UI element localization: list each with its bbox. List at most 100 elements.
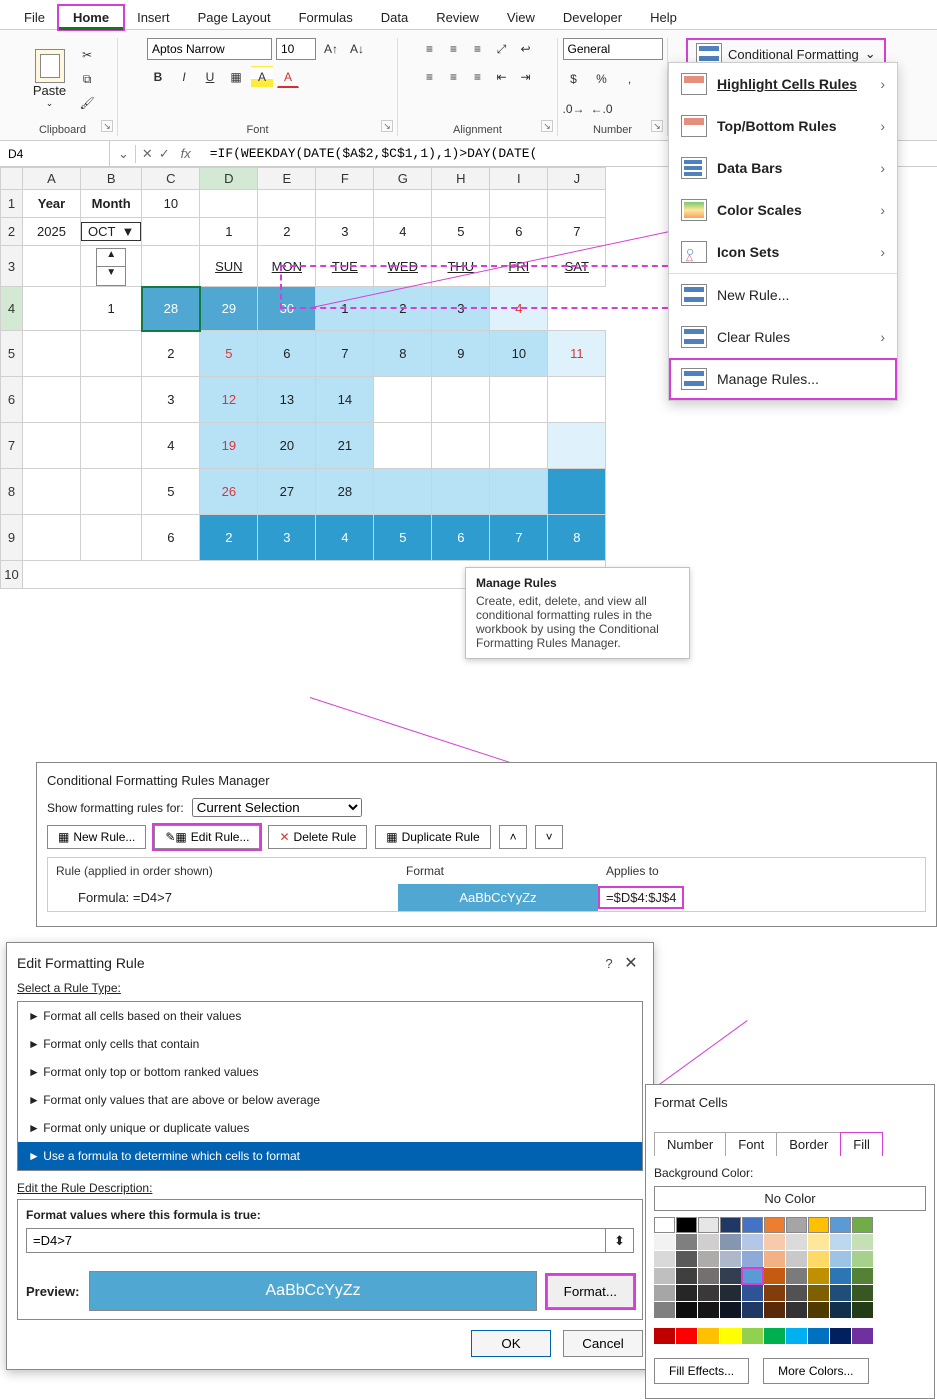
calendar-cell[interactable]: 3 — [258, 515, 316, 561]
rule-type-option-selected[interactable]: ► Use a formula to determine which cells… — [18, 1142, 642, 1170]
italic-button[interactable]: I — [173, 66, 195, 88]
fill-color-button[interactable]: A — [251, 66, 273, 88]
calendar-cell[interactable]: 2 — [200, 515, 258, 561]
color-swatch[interactable] — [830, 1251, 851, 1267]
color-swatch[interactable] — [654, 1234, 675, 1250]
delete-rule-button[interactable]: ✕Delete Rule — [268, 825, 367, 849]
calendar-cell[interactable] — [490, 469, 548, 515]
calendar-cell[interactable]: 28 — [142, 287, 200, 331]
calendar-cell[interactable]: 28 — [316, 469, 374, 515]
calendar-cell[interactable]: 8 — [374, 331, 432, 377]
help-icon[interactable]: ? — [599, 956, 619, 971]
move-up-button[interactable]: ˄ — [499, 825, 527, 849]
cell-A2[interactable]: 2025 — [23, 218, 81, 246]
calendar-cell[interactable]: 21 — [316, 423, 374, 469]
range-select-icon[interactable]: ⬍ — [606, 1228, 634, 1253]
align-center-icon[interactable]: ≡ — [443, 66, 465, 88]
color-swatch[interactable] — [808, 1302, 829, 1318]
color-swatch[interactable] — [742, 1268, 763, 1284]
tab-data[interactable]: Data — [367, 6, 422, 29]
clipboard-launcher[interactable]: ↘ — [101, 120, 113, 132]
cf-highlight-rules[interactable]: Highlight Cells Rules› — [669, 63, 897, 105]
calendar-cell[interactable]: 10 — [490, 331, 548, 377]
calendar-cell[interactable]: 2 — [374, 287, 432, 331]
color-swatch[interactable] — [742, 1285, 763, 1301]
color-swatch[interactable] — [852, 1251, 873, 1267]
color-swatch[interactable] — [786, 1268, 807, 1284]
tab-border[interactable]: Border — [776, 1132, 841, 1156]
calendar-cell[interactable] — [548, 469, 606, 515]
tab-file[interactable]: File — [10, 6, 59, 29]
calendar-cell[interactable]: 13 — [258, 377, 316, 423]
calendar-cell[interactable]: 1 — [316, 287, 374, 331]
color-swatch[interactable] — [808, 1268, 829, 1284]
calendar-cell[interactable] — [374, 377, 432, 423]
align-left-icon[interactable]: ≡ — [419, 66, 441, 88]
orientation-icon[interactable]: ⤢ — [491, 38, 513, 60]
color-swatch[interactable] — [852, 1217, 873, 1233]
color-swatch[interactable] — [852, 1234, 873, 1250]
cut-icon[interactable]: ✂ — [76, 44, 98, 66]
rule-type-option[interactable]: ► Format only values that are above or b… — [18, 1086, 642, 1114]
borders-button[interactable]: ▦ — [225, 66, 247, 88]
calendar-cell[interactable]: 14 — [316, 377, 374, 423]
calendar-cell[interactable] — [432, 377, 490, 423]
tab-number[interactable]: Number — [654, 1132, 726, 1156]
calendar-cell[interactable]: 5 — [374, 515, 432, 561]
color-swatch[interactable] — [720, 1285, 741, 1301]
color-swatch[interactable] — [698, 1234, 719, 1250]
rule-type-option[interactable]: ► Format only top or bottom ranked value… — [18, 1058, 642, 1086]
cf-clear-rules[interactable]: Clear Rules› — [669, 316, 897, 358]
color-swatch[interactable] — [720, 1328, 741, 1344]
calendar-cell[interactable]: 29 — [200, 287, 258, 331]
increase-decimal-icon[interactable]: .0→ — [563, 98, 585, 120]
tab-developer[interactable]: Developer — [549, 6, 636, 29]
color-swatch[interactable] — [830, 1328, 851, 1344]
rule-type-option[interactable]: ► Format only cells that contain — [18, 1030, 642, 1058]
color-swatch[interactable] — [720, 1217, 741, 1233]
color-swatch[interactable] — [852, 1285, 873, 1301]
currency-icon[interactable]: $ — [563, 68, 585, 90]
color-swatch[interactable] — [742, 1234, 763, 1250]
wrap-text-icon[interactable]: ↩ — [515, 38, 537, 60]
align-middle-icon[interactable]: ≡ — [443, 38, 465, 60]
close-icon[interactable]: ✕ — [619, 953, 643, 973]
cancel-formula-icon[interactable]: ✕ — [142, 146, 153, 162]
calendar-cell[interactable]: 6 — [432, 515, 490, 561]
color-swatch[interactable] — [830, 1302, 851, 1318]
cf-top-bottom[interactable]: Top/Bottom Rules› — [669, 105, 897, 147]
calendar-cell[interactable]: 4 — [316, 515, 374, 561]
color-swatch[interactable] — [742, 1251, 763, 1267]
spinner-down-icon[interactable]: ▼ — [97, 267, 125, 285]
scope-select[interactable]: Current Selection — [192, 798, 362, 817]
cell-B1[interactable]: Month — [81, 190, 142, 218]
tab-page-layout[interactable]: Page Layout — [184, 6, 285, 29]
name-box[interactable] — [0, 141, 110, 166]
paste-button[interactable]: Paste ⌄ — [27, 47, 72, 111]
color-swatch[interactable] — [654, 1251, 675, 1267]
tab-help[interactable]: Help — [636, 6, 691, 29]
cf-new-rule[interactable]: New Rule... — [669, 274, 897, 316]
color-swatch[interactable] — [830, 1285, 851, 1301]
color-swatch[interactable] — [698, 1302, 719, 1318]
percent-icon[interactable]: % — [591, 68, 613, 90]
color-swatch[interactable] — [786, 1217, 807, 1233]
color-swatch[interactable] — [698, 1268, 719, 1284]
calendar-cell[interactable]: 26 — [200, 469, 258, 515]
color-swatch[interactable] — [654, 1328, 675, 1344]
color-swatch[interactable] — [676, 1251, 697, 1267]
color-swatch[interactable] — [676, 1268, 697, 1284]
calendar-cell[interactable] — [432, 469, 490, 515]
cf-icon-sets[interactable]: Icon Sets› — [669, 231, 897, 273]
calendar-cell[interactable]: 7 — [490, 515, 548, 561]
rule-row[interactable]: Formula: =D4>7 AaBbCcYyZz =$D$4:$J$4 — [48, 884, 925, 911]
spinner-up-icon[interactable]: ▲ — [97, 249, 125, 267]
calendar-cell[interactable]: 19 — [200, 423, 258, 469]
color-swatch[interactable] — [654, 1285, 675, 1301]
more-colors-button[interactable]: More Colors... — [763, 1358, 868, 1384]
color-swatch[interactable] — [676, 1302, 697, 1318]
color-swatch[interactable] — [764, 1268, 785, 1284]
decrease-decimal-icon[interactable]: ←.0 — [591, 98, 613, 120]
calendar-cell[interactable]: 27 — [258, 469, 316, 515]
cf-color-scales[interactable]: Color Scales› — [669, 189, 897, 231]
